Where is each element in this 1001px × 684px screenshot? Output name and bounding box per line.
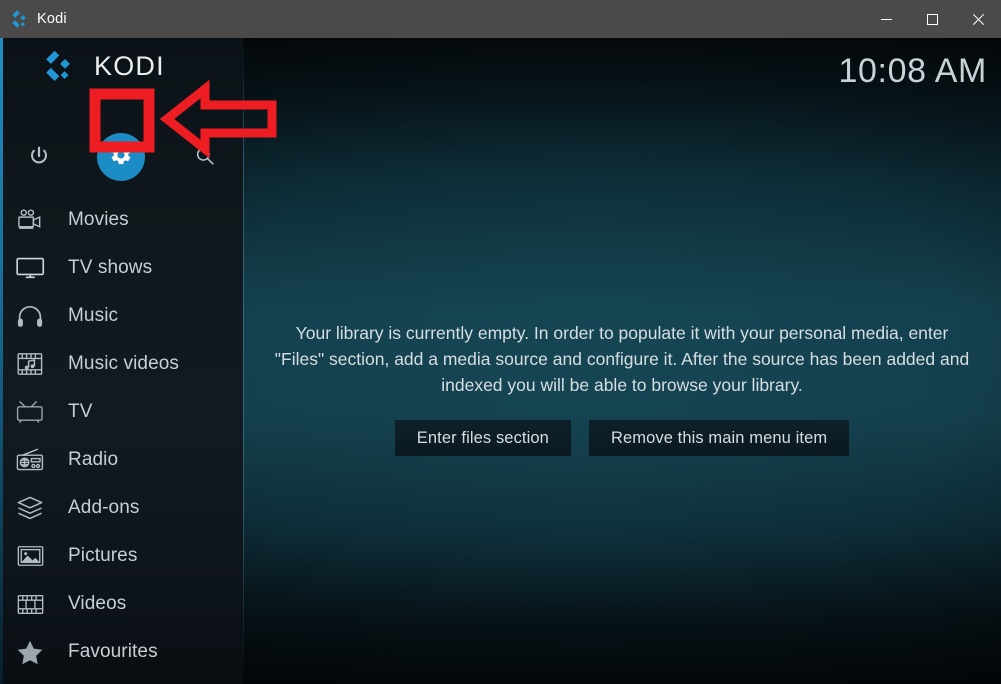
- minimize-icon[interactable]: [863, 0, 909, 38]
- sidebar-item-label: TV: [68, 401, 93, 422]
- sidebar: KODI Movies TV shows Music Music videos …: [0, 38, 243, 684]
- retro-tv-icon: [12, 397, 48, 427]
- maximize-icon[interactable]: [909, 0, 955, 38]
- sidebar-item-label: TV shows: [68, 257, 153, 278]
- film-music-note-icon: [12, 349, 48, 379]
- empty-library-message: Your library is currently empty. In orde…: [274, 323, 970, 395]
- sidebar-item-label: Radio: [68, 449, 119, 470]
- sidebar-item-favourites[interactable]: Favourites: [0, 628, 243, 676]
- brand: KODI: [44, 50, 165, 82]
- addon-box-icon: [12, 493, 48, 523]
- kodi-logo-icon: [44, 50, 78, 82]
- settings-gear-button[interactable]: [97, 133, 145, 181]
- sidebar-item-add-ons[interactable]: Add-ons: [0, 484, 243, 532]
- television-icon: [12, 253, 48, 283]
- sidebar-item-weather[interactable]: Weather: [0, 676, 243, 684]
- film-strip-icon: [12, 589, 48, 619]
- sidebar-item-label: Videos: [68, 593, 127, 614]
- sidebar-item-movies[interactable]: Movies: [0, 196, 243, 244]
- empty-library-actions: Enter files section Remove this main men…: [243, 420, 1001, 456]
- close-icon[interactable]: [955, 0, 1001, 38]
- picture-frame-icon: [12, 541, 48, 571]
- headphones-icon: [12, 301, 48, 331]
- star-icon: [12, 637, 48, 667]
- window-controls: [863, 0, 1001, 38]
- sidebar-item-pictures[interactable]: Pictures: [0, 532, 243, 580]
- sidebar-item-label: Pictures: [68, 545, 138, 566]
- remove-main-menu-item-button[interactable]: Remove this main menu item: [588, 420, 850, 456]
- sidebar-item-radio[interactable]: Radio: [0, 436, 243, 484]
- sidebar-item-videos[interactable]: Videos: [0, 580, 243, 628]
- kodi-ui: KODI Movies TV shows Music Music videos …: [0, 38, 1001, 684]
- gear-icon: [109, 143, 133, 172]
- window-title: Kodi: [37, 11, 67, 27]
- sidebar-item-tv-shows[interactable]: TV shows: [0, 244, 243, 292]
- sidebar-item-label: Music: [68, 305, 119, 326]
- brand-title: KODI: [94, 50, 165, 81]
- search-icon[interactable]: [188, 139, 222, 173]
- window-titlebar: Kodi: [0, 0, 1001, 38]
- empty-library-block: Your library is currently empty. In orde…: [243, 320, 1001, 456]
- movie-camera-icon: [12, 205, 48, 235]
- sidebar-menu: Movies TV shows Music Music videos TV Ra…: [0, 196, 243, 684]
- sidebar-item-label: Favourites: [68, 641, 158, 662]
- enter-files-section-button[interactable]: Enter files section: [394, 420, 571, 456]
- main-content: 10:08 AM Your library is currently empty…: [243, 38, 1001, 684]
- power-icon[interactable]: [24, 141, 54, 171]
- kodi-logo-icon: [11, 10, 29, 28]
- sidebar-item-label: Add-ons: [68, 497, 140, 518]
- sidebar-item-music[interactable]: Music: [0, 292, 243, 340]
- clock: 10:08 AM: [838, 52, 987, 90]
- sidebar-item-label: Movies: [68, 209, 129, 230]
- titlebar-left-group: Kodi: [0, 10, 67, 28]
- sidebar-item-music-videos[interactable]: Music videos: [0, 340, 243, 388]
- sidebar-item-tv[interactable]: TV: [0, 388, 243, 436]
- sidebar-item-label: Music videos: [68, 353, 180, 374]
- kodi-window: Kodi KODI Movies TV shows Music Music vi…: [0, 0, 1001, 684]
- radio-icon: [12, 445, 48, 475]
